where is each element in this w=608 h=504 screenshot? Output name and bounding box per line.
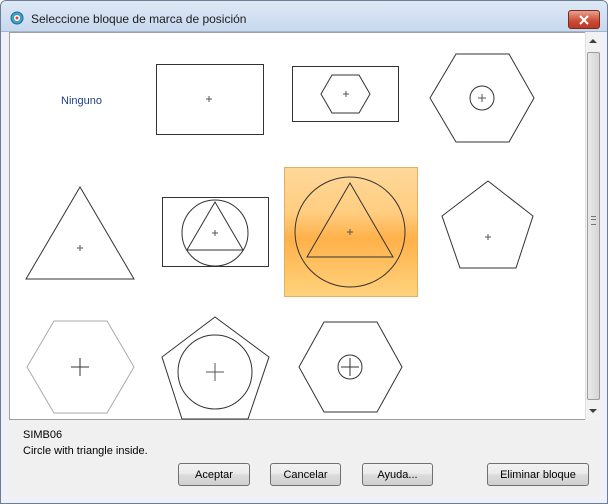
scrollbar-thumb[interactable] (587, 52, 600, 400)
rectangle-hexagon-shape (292, 66, 399, 122)
block-item-hexagon-small-circle[interactable] (282, 295, 416, 425)
block-item-rectangle-hexagon[interactable] (282, 35, 416, 165)
block-grid: Ninguno (9, 32, 587, 420)
selected-block-name: SIMB06 (23, 429, 63, 441)
hexagon-small-circle-shape (298, 321, 403, 413)
help-button[interactable]: Ayuda... (362, 463, 433, 486)
pentagon-circle-shape (161, 316, 270, 420)
hexagon-cross-shape (26, 320, 135, 414)
rectangle-plus-shape (156, 64, 264, 135)
rectangle-circle-triangle-shape (162, 197, 269, 267)
block-item-pentagon[interactable] (416, 165, 550, 295)
block-item-triangle[interactable] (14, 165, 148, 295)
close-icon (579, 14, 589, 25)
vertical-scrollbar[interactable] (585, 32, 600, 420)
pentagon-shape (441, 180, 534, 269)
scroll-grip (591, 216, 596, 225)
block-item-hexagon-circle[interactable] (416, 35, 550, 165)
accept-button[interactable]: Aceptar (178, 463, 250, 486)
block-item-rectangle-plus[interactable] (148, 35, 282, 165)
dialog-window: Seleccione bloque de marca de posición N… (0, 0, 608, 504)
none-label: Ninguno (61, 95, 102, 107)
triangle-shape (25, 186, 135, 280)
chevron-up-icon[interactable] (588, 36, 598, 46)
close-button[interactable] (568, 10, 600, 29)
window-title: Seleccione bloque de marca de posición (31, 12, 247, 26)
cancel-button[interactable]: Cancelar (270, 463, 341, 486)
circle-triangle-shape (294, 176, 406, 288)
target-icon (10, 11, 24, 25)
block-item-pentagon-circle[interactable] (148, 295, 282, 425)
dialog-client: Ninguno SIMB06 Circle with triangle insi… (8, 32, 600, 496)
block-item-hexagon-cross[interactable] (14, 295, 148, 425)
hexagon-circle-shape (429, 53, 535, 143)
block-item-rectangle-circle-triangle[interactable] (148, 165, 282, 295)
block-item-circle-triangle[interactable] (284, 167, 418, 297)
block-item-ninguno[interactable]: Ninguno (14, 35, 148, 165)
delete-block-button[interactable]: Eliminar bloque (487, 463, 589, 486)
chevron-down-icon[interactable] (588, 406, 598, 416)
title-bar[interactable]: Seleccione bloque de marca de posición (1, 1, 607, 32)
selected-block-description: Circle with triangle inside. (23, 445, 148, 457)
